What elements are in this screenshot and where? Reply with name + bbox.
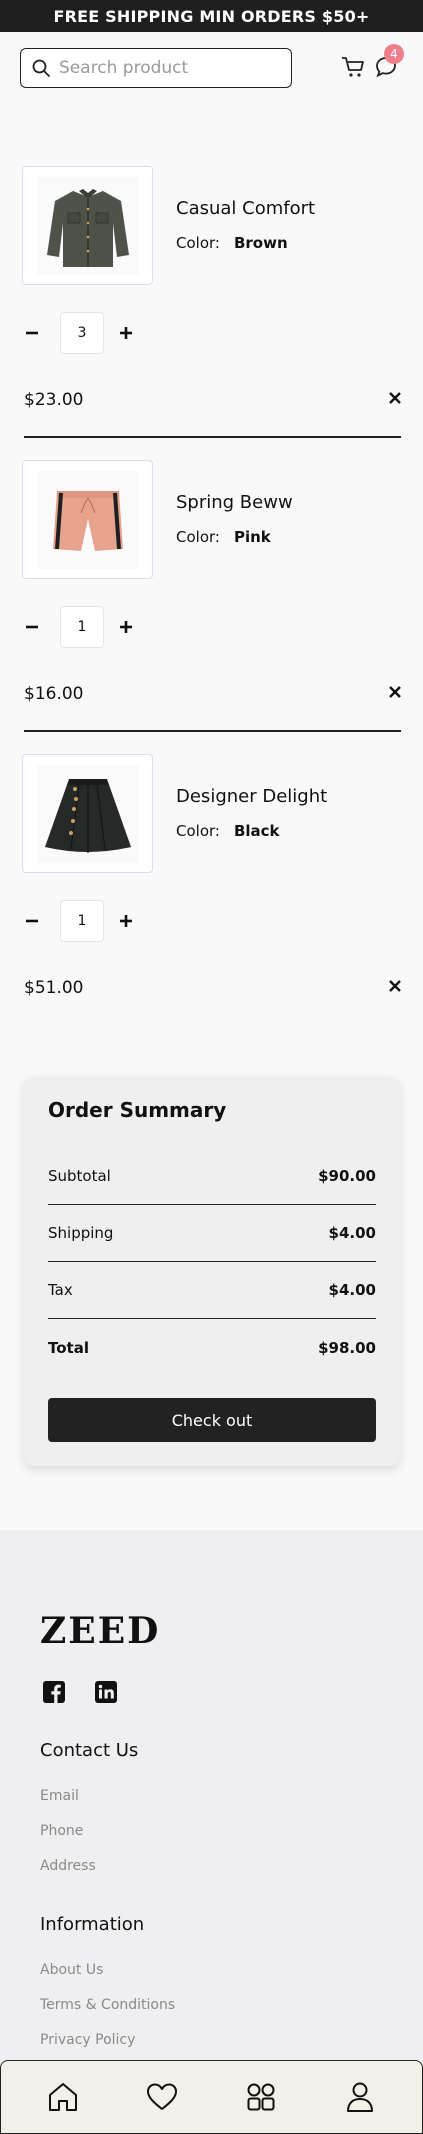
product-image[interactable] bbox=[22, 166, 153, 285]
quantity-value[interactable]: 1 bbox=[60, 900, 104, 942]
shorts-image bbox=[36, 470, 139, 569]
footer-link-about[interactable]: About Us bbox=[40, 1962, 103, 1978]
facebook-icon[interactable] bbox=[42, 1680, 66, 1704]
nav-wishlist[interactable] bbox=[142, 2077, 182, 2117]
tax-label: Tax bbox=[48, 1281, 73, 1299]
decrease-quantity-button[interactable] bbox=[22, 617, 42, 637]
shirt-image bbox=[36, 176, 139, 275]
chat-badge: 4 bbox=[384, 44, 404, 64]
shipping-value: $4.00 bbox=[328, 1224, 376, 1242]
minus-icon bbox=[26, 625, 38, 629]
footer-link-terms[interactable]: Terms & Conditions bbox=[40, 1997, 175, 2013]
plus-icon bbox=[120, 327, 132, 339]
product-name[interactable]: Casual Comfort bbox=[176, 198, 315, 219]
order-summary: Order Summary Subtotal $90.00 Shipping $… bbox=[24, 1076, 400, 1466]
shipping-label: Shipping bbox=[48, 1224, 114, 1242]
total-row: Total $98.00 bbox=[48, 1319, 376, 1376]
product-price: $16.00 bbox=[24, 684, 84, 704]
subtotal-row: Subtotal $90.00 bbox=[48, 1148, 376, 1205]
color-label: Color: bbox=[176, 822, 220, 840]
contact-heading: Contact Us bbox=[40, 1740, 139, 1761]
total-value: $98.00 bbox=[318, 1338, 376, 1357]
close-icon bbox=[389, 980, 401, 992]
product-name[interactable]: Designer Delight bbox=[176, 786, 327, 807]
product-price: $23.00 bbox=[24, 390, 84, 410]
heart-icon bbox=[146, 2083, 177, 2110]
nav-profile[interactable] bbox=[340, 2077, 380, 2117]
increase-quantity-button[interactable] bbox=[116, 617, 136, 637]
nav-home[interactable] bbox=[43, 2077, 83, 2117]
close-icon bbox=[389, 392, 401, 404]
skirt-image bbox=[36, 764, 139, 863]
remove-item-button[interactable] bbox=[385, 976, 405, 996]
brand-logo[interactable]: ZEED bbox=[40, 1610, 160, 1652]
remove-item-button[interactable] bbox=[385, 682, 405, 702]
decrease-quantity-button[interactable] bbox=[22, 323, 42, 343]
minus-icon bbox=[26, 919, 38, 923]
total-label: Total bbox=[48, 1338, 89, 1357]
quantity-stepper: 1 bbox=[22, 900, 136, 942]
product-color: Color: Black bbox=[176, 822, 280, 840]
increase-quantity-button[interactable] bbox=[116, 911, 136, 931]
color-label: Color: bbox=[176, 528, 220, 546]
checkout-button[interactable]: Check out bbox=[48, 1398, 376, 1442]
product-name[interactable]: Spring Beww bbox=[176, 492, 293, 513]
shipping-banner: FREE SHIPPING MIN ORDERS $50+ bbox=[0, 0, 423, 32]
color-label: Color: bbox=[176, 234, 220, 252]
color-value: Brown bbox=[233, 234, 288, 252]
quantity-value[interactable]: 1 bbox=[60, 606, 104, 648]
summary-title: Order Summary bbox=[48, 1098, 227, 1122]
increase-quantity-button[interactable] bbox=[116, 323, 136, 343]
quantity-stepper: 3 bbox=[22, 312, 136, 354]
shipping-row: Shipping $4.00 bbox=[48, 1205, 376, 1262]
search-input[interactable] bbox=[59, 58, 279, 78]
product-color: Color: Pink bbox=[176, 528, 271, 546]
cart-item: Spring Beww Color: Pink 1 $16.00 bbox=[0, 460, 423, 754]
product-image[interactable] bbox=[22, 460, 153, 579]
product-price: $51.00 bbox=[24, 978, 84, 998]
tax-value: $4.00 bbox=[328, 1281, 376, 1299]
nav-categories[interactable] bbox=[241, 2077, 281, 2117]
header: 4 bbox=[0, 32, 423, 106]
footer-link-phone[interactable]: Phone bbox=[40, 1823, 83, 1839]
footer-link-email[interactable]: Email bbox=[40, 1788, 79, 1804]
user-icon bbox=[347, 2082, 374, 2112]
home-icon bbox=[48, 2083, 77, 2111]
quantity-value[interactable]: 3 bbox=[60, 312, 104, 354]
cart-icon[interactable] bbox=[340, 54, 366, 80]
linkedin-icon[interactable] bbox=[94, 1680, 118, 1704]
minus-icon bbox=[26, 331, 38, 335]
plus-icon bbox=[120, 915, 132, 927]
information-heading: Information bbox=[40, 1914, 145, 1935]
search-bar[interactable] bbox=[20, 48, 292, 88]
item-divider bbox=[24, 730, 401, 732]
remove-item-button[interactable] bbox=[385, 388, 405, 408]
cart-item: Designer Delight Color: Black 1 $51.00 bbox=[0, 754, 423, 1048]
tax-row: Tax $4.00 bbox=[48, 1262, 376, 1319]
footer-link-privacy[interactable]: Privacy Policy bbox=[40, 2032, 135, 2048]
close-icon bbox=[389, 686, 401, 698]
color-value: Pink bbox=[233, 528, 271, 546]
bottom-nav bbox=[0, 2060, 423, 2134]
search-icon bbox=[32, 59, 50, 77]
color-value: Black bbox=[233, 822, 280, 840]
footer-link-address[interactable]: Address bbox=[40, 1858, 96, 1874]
item-divider bbox=[24, 436, 401, 438]
quantity-stepper: 1 bbox=[22, 606, 136, 648]
footer: ZEED Contact Us Email Phone Address Info… bbox=[0, 1530, 423, 2134]
grid-icon bbox=[247, 2083, 275, 2111]
product-color: Color: Brown bbox=[176, 234, 288, 252]
cart-item: Casual Comfort Color: Brown 3 $23.00 bbox=[0, 166, 423, 460]
subtotal-value: $90.00 bbox=[318, 1167, 376, 1185]
decrease-quantity-button[interactable] bbox=[22, 911, 42, 931]
subtotal-label: Subtotal bbox=[48, 1167, 111, 1185]
product-image[interactable] bbox=[22, 754, 153, 873]
plus-icon bbox=[120, 621, 132, 633]
